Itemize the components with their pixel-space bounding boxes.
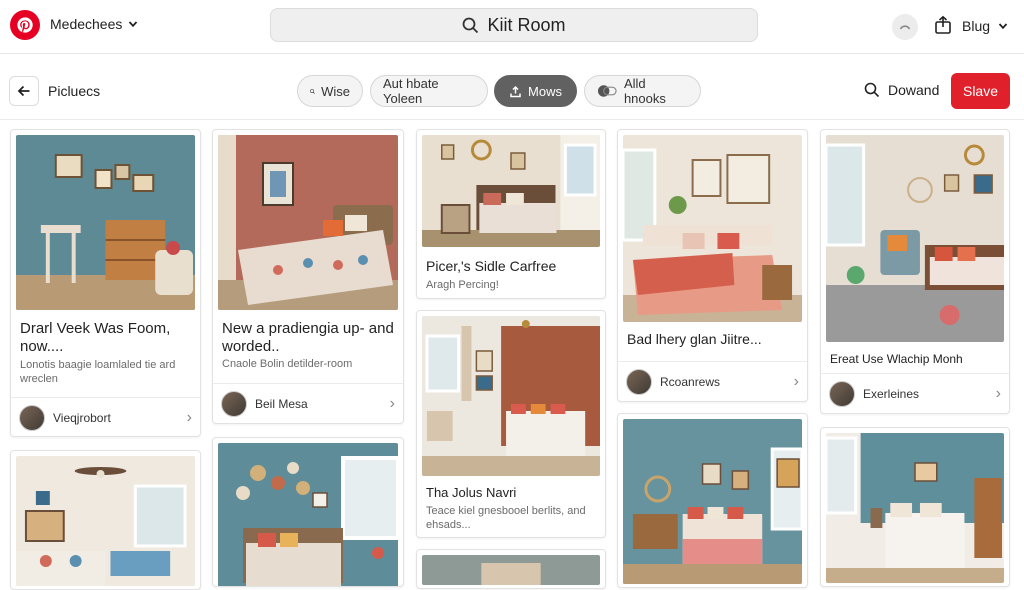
- search-icon: [463, 17, 479, 33]
- pin-image[interactable]: [623, 135, 802, 322]
- pin-title: Drarl Veek Was Foom, now....: [20, 320, 171, 355]
- avatar: [626, 368, 652, 395]
- upload-icon: [510, 85, 521, 97]
- pin-card[interactable]: Tha Jolus Navri Teace kiel gnesbooel ber…: [416, 310, 606, 538]
- board-toolbar: Picluecs Wise Aut hbate Yoleen Mows Alld…: [0, 62, 1024, 120]
- chevron-right-icon: ›: [389, 394, 395, 412]
- filter-chip-mows[interactable]: Mows: [494, 75, 577, 107]
- bedroom-photo: [422, 316, 600, 476]
- pin-card[interactable]: Bad lhery glan Jiitre... Rcoanrews ›: [617, 129, 808, 402]
- pin-description: Aragh Percing!: [426, 279, 499, 291]
- pin-image[interactable]: [16, 135, 195, 310]
- pin-title: Picer,'s Sidle Carfree: [426, 258, 557, 274]
- download-label: Dowand: [888, 82, 940, 98]
- loading-button[interactable]: [892, 14, 918, 40]
- chevron-right-icon: ›: [793, 372, 799, 390]
- blog-menu[interactable]: Blug: [962, 18, 1008, 34]
- chip-label: Alld hnooks: [623, 76, 666, 106]
- download-button[interactable]: Dowand: [864, 82, 939, 98]
- pin-title: New a pradiengia up- and worded..: [222, 320, 394, 355]
- bedroom-photo: [218, 135, 398, 310]
- chip-label: Wise: [321, 83, 350, 99]
- avatar: [829, 380, 855, 407]
- avatar: [221, 390, 247, 417]
- workspace-switcher[interactable]: Medechees: [50, 16, 138, 32]
- chevron-down-icon: [129, 21, 138, 28]
- pin-image[interactable]: [218, 135, 398, 310]
- bedroom-photo: [218, 443, 398, 586]
- pin-card[interactable]: Ereat Use Wlachip Monh Exerleines ›: [820, 129, 1010, 414]
- pin-image[interactable]: [422, 135, 600, 247]
- save-button[interactable]: Slave: [951, 73, 1010, 109]
- bedroom-photo: [826, 135, 1004, 342]
- pin-title: Tha Jolus Navri: [426, 485, 517, 500]
- back-button[interactable]: [9, 76, 39, 106]
- search-query: Kiit Room: [487, 14, 566, 35]
- filter-chip-hooks[interactable]: Alld hnooks: [584, 75, 701, 107]
- bedroom-photo: [16, 456, 195, 586]
- avatar: [19, 404, 45, 431]
- pin-card[interactable]: [820, 427, 1010, 587]
- author-name: Rcoanrews: [660, 374, 721, 389]
- blog-label: Blug: [962, 18, 991, 34]
- bedroom-photo: [623, 419, 802, 584]
- pin-image[interactable]: [623, 419, 802, 584]
- chip-label: Mows: [528, 83, 562, 99]
- pin-description: Lonotis baagie loamlaled tie ard wreclen: [20, 359, 176, 386]
- pin-card[interactable]: [617, 413, 808, 588]
- search-bar[interactable]: Kiit Room: [270, 8, 758, 42]
- pin-image[interactable]: [826, 135, 1004, 342]
- search-icon: [864, 82, 880, 98]
- bedroom-photo: [623, 135, 802, 322]
- pin-card[interactable]: [212, 437, 404, 587]
- filter-chip-author[interactable]: Aut hbate Yoleen: [370, 75, 488, 107]
- pin-title: Ereat Use Wlachip Monh: [830, 352, 963, 366]
- pin-card[interactable]: [10, 450, 201, 590]
- chevron-right-icon: ›: [995, 384, 1001, 402]
- pin-image[interactable]: [422, 316, 600, 476]
- chip-label: Aut hbate Yoleen: [383, 76, 439, 106]
- pin-image[interactable]: [422, 555, 600, 585]
- pinterest-p-icon: [17, 17, 33, 33]
- chevron-right-icon: ›: [186, 408, 192, 426]
- search-icon: [310, 88, 315, 94]
- pin-card[interactable]: Picer,'s Sidle Carfree Aragh Percing!: [416, 129, 606, 299]
- pinterest-logo[interactable]: [10, 10, 40, 40]
- pin-card[interactable]: New a pradiengia up- and worded.. Cnaole…: [212, 129, 404, 424]
- chevron-down-icon: [998, 23, 1008, 30]
- top-bar: Medechees Kiit Room Blug: [0, 0, 1024, 54]
- author-name: Beil Mesa: [255, 396, 308, 411]
- workspace-name: Medechees: [50, 16, 123, 32]
- pin-image[interactable]: [16, 456, 195, 586]
- author-name: Exerleines: [863, 386, 920, 401]
- share-button[interactable]: [934, 15, 952, 40]
- pin-footer[interactable]: Rcoanrews ›: [618, 361, 807, 401]
- pin-card[interactable]: Drarl Veek Was Foom, now.... Lonotis baa…: [10, 129, 201, 437]
- pin-title: Bad lhery glan Jiitre...: [627, 331, 762, 347]
- pin-footer[interactable]: Exerleines ›: [821, 373, 1009, 413]
- bedroom-photo: [16, 135, 195, 310]
- share-icon: [935, 15, 951, 34]
- bedroom-photo: [826, 433, 1004, 583]
- loading-icon: [899, 25, 911, 30]
- pin-description: Cnaole Bolin detilder-room: [222, 358, 353, 370]
- arrow-left-icon: [17, 85, 30, 97]
- board-title: Picluecs: [48, 83, 101, 99]
- pin-footer[interactable]: Vieqjrobort ›: [11, 397, 200, 436]
- pin-description: Teace kiel gnesbooel berlits, and ehsads…: [426, 505, 586, 532]
- bedroom-photo: [422, 555, 600, 585]
- toggle-icon: [597, 85, 617, 97]
- filter-chip-wise[interactable]: Wise: [297, 75, 363, 107]
- pin-footer[interactable]: Beil Mesa ›: [213, 383, 403, 423]
- pin-card[interactable]: [416, 549, 606, 589]
- pin-image[interactable]: [218, 443, 398, 586]
- author-name: Vieqjrobort: [53, 410, 111, 425]
- bedroom-photo: [422, 135, 600, 247]
- pin-image[interactable]: [826, 433, 1004, 583]
